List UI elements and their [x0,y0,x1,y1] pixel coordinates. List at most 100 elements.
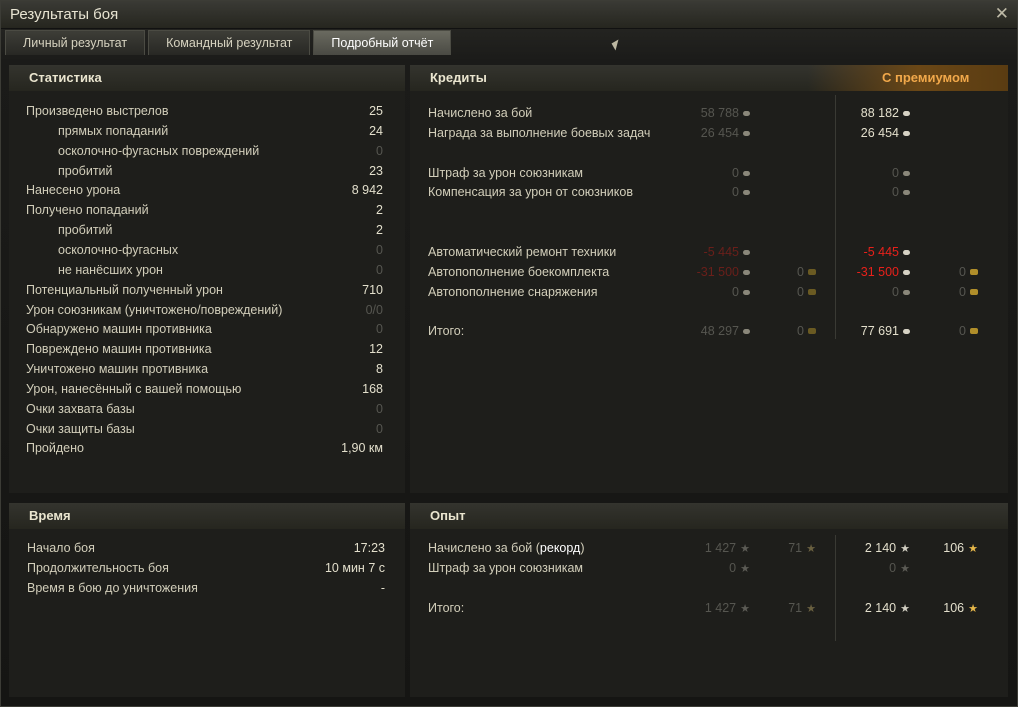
time-panel: Время Начало боя 17:23 Продолжительность б… [9,503,405,697]
time-label: Начало боя [27,541,95,555]
stat-row: прямых попаданий 24 [9,121,405,141]
stat-value: 8 942 [351,183,383,198]
stat-value: 0 [376,262,383,277]
base-experience-value: 0 [729,561,737,575]
premium-label: С премиумом [882,70,970,85]
credits-row: Награда за выполнение боевых задач 26 454… [410,123,1008,143]
stat-value: 0 [376,421,383,436]
credits-label: Компенсация за урон от союзников [428,185,633,200]
base-credits-value: -31 500 [696,264,739,279]
star-icon: ★ [740,563,750,575]
gold-coin-icon [970,268,978,275]
stat-value: 2 [376,223,383,238]
credits-row: Итого: 48 297 0 77 691 0 [410,321,1008,341]
silver-coin-icon [743,289,750,295]
star-icon: ★ [740,603,750,615]
base-credits: -5 445 [640,242,750,262]
stat-row: пробитий 23 [9,161,405,181]
tab-team-result[interactable]: Командный результат [148,30,311,55]
tab-personal-result[interactable]: Личный результат [5,30,146,55]
stat-label: Нанесено урона [26,183,121,198]
premium-gold-value: 0 [959,284,966,299]
premium-experience-value: 2 140 [864,541,897,555]
stat-value: 0 [376,143,383,158]
stat-value: 24 [369,123,383,138]
premium-free-experience: 106 ★ [922,598,978,619]
close-icon[interactable]: ✕ [995,4,1009,24]
tab-detailed-report[interactable]: Подробный отчёт [313,30,452,55]
star-icon: ★ [900,603,910,615]
base-experience-value: 1 427 [704,601,737,615]
title-bar[interactable]: Результаты боя ✕ [1,1,1017,29]
stat-label: пробитий [58,163,113,178]
silver-coin-icon [743,170,750,176]
stat-label: Получено попаданий [26,203,149,218]
credits-label: Начислено за бой [428,106,533,120]
tab-bar: Личный результат Командный результат Под… [5,30,454,55]
stat-row: Урон, нанесённый с вашей помощью 168 [9,379,405,399]
premium-credits-value: -31 500 [856,264,899,279]
time-row: Время в бою до уничтожения - [9,578,405,598]
mouse-cursor-icon [611,39,623,51]
credits-row: Автопополнение снаряжения 0 0 0 0 [410,282,1008,302]
credits-panel: Кредиты С премиумом Начислено за бой 58 7… [410,65,1008,493]
premium-credits: 26 454 [800,123,910,143]
stat-row: осколочно-фугасных повреждений 0 [9,141,405,161]
premium-credits-value: 88 182 [860,106,899,120]
base-experience: 1 427 ★ [640,598,750,619]
experience-label: Начислено за бой (рекорд) [428,538,585,558]
stat-value: 1,90 км [341,441,383,456]
base-credits: 0 [640,182,750,202]
gold-star-icon: ★ [968,543,978,555]
base-credits-value: 48 297 [700,324,739,339]
premium-credits: -31 500 [800,262,910,282]
premium-experience: 0 ★ [800,558,910,579]
stat-row: Очки захвата базы 0 [9,399,405,419]
premium-credits-value: 77 691 [860,324,899,339]
time-row: Начало боя 17:23 [9,538,405,558]
base-credits-value: 0 [732,185,739,200]
time-value: 17:23 [353,541,385,555]
time-row: Продолжительность боя 10 мин 7 с [9,558,405,578]
silver-coin-icon [903,170,910,176]
stat-label: осколочно-фугасных повреждений [58,143,260,158]
base-experience: 1 427 ★ [640,538,750,559]
stat-row: Уничтожено машин противника 8 [9,359,405,379]
premium-credits-value: 0 [892,185,899,200]
premium-experience: 2 140 ★ [800,538,910,559]
premium-credits-value: 0 [892,165,899,180]
credits-row: Компенсация за урон от союзников 0 0 [410,182,1008,202]
stat-label: Произведено выстрелов [26,104,169,118]
stat-value: 0/0 [365,302,383,317]
star-icon: ★ [740,543,750,555]
stat-row: Нанесено урона 8 942 [9,180,405,200]
record-label: рекорд [539,541,581,555]
premium-credits-value: -5 445 [863,244,899,259]
base-credits-value: 0 [732,284,739,299]
time-label: Время в бою до уничтожения [27,581,198,595]
time-value: 10 мин 7 с [324,561,385,575]
statistics-header: Статистика [9,65,405,91]
experience-label-text: Штраф за урон союзникам [428,561,584,575]
experience-label: Штраф за урон союзникам [428,558,583,578]
premium-gold-value: 0 [959,324,966,339]
silver-coin-icon [903,289,910,295]
premium-gold: 0 [922,262,978,282]
premium-free-experience-value: 106 [943,601,965,615]
gold-star-icon: ★ [968,603,978,615]
credits-label: Штраф за урон союзникам [428,165,584,180]
experience-title: Опыт [430,508,466,523]
base-experience: 0 ★ [640,558,750,579]
time-label: Продолжительность боя [27,561,169,575]
premium-credits: 0 [800,163,910,183]
stat-label: не нанёсших урон [58,262,163,277]
base-credits: 58 788 [640,103,750,123]
stat-row: Произведено выстрелов 25 [9,101,405,121]
base-credits: 0 [640,282,750,302]
experience-label: Итого: [428,598,464,618]
stat-row: Пройдено 1,90 км [9,438,405,458]
base-credits: 26 454 [640,123,750,143]
stat-label: Обнаружено машин противника [26,322,212,337]
silver-coin-icon [743,269,750,275]
base-credits-value: -5 445 [703,244,739,259]
